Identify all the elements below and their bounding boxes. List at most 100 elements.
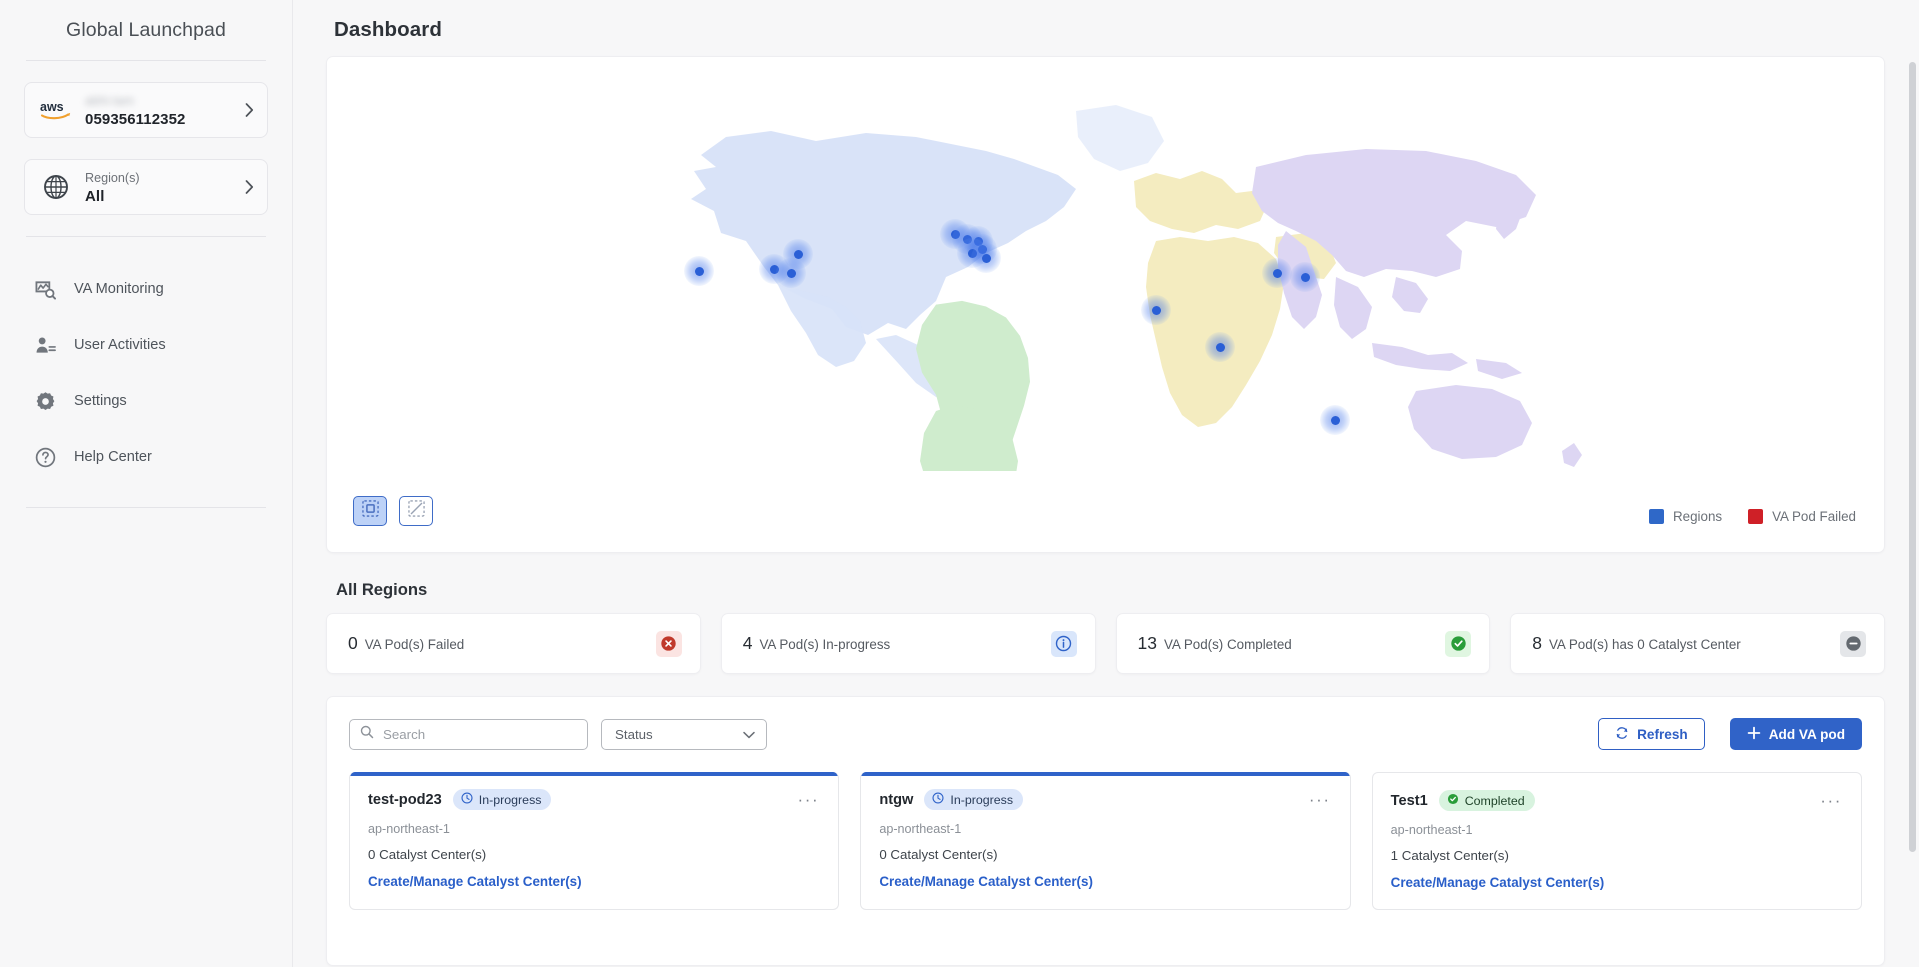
check-circle-icon (1447, 793, 1459, 808)
sidebar-item-settings[interactable]: Settings (24, 373, 268, 429)
selection-box-icon (361, 500, 379, 522)
map-marker[interactable] (1262, 258, 1292, 288)
stat-value: 13 (1137, 633, 1157, 653)
stat-card-no-catalyst[interactable]: 8 VA Pod(s) has 0 Catalyst Center (1510, 613, 1885, 674)
chevron-right-icon (245, 180, 254, 194)
search-box[interactable] (349, 718, 588, 750)
pod-card-accent-bar (350, 772, 839, 776)
aws-account-selector[interactable]: aws abhi-tam 059356112352 (24, 82, 268, 138)
region-stats: 0 VA Pod(s) Failed 4 VA Pod(s) In-progre… (326, 613, 1885, 674)
sidebar-item-help-center[interactable]: Help Center (24, 429, 268, 485)
map-tool-group (353, 496, 433, 526)
status-badge-label: Completed (1464, 793, 1525, 808)
error-circle-icon (655, 630, 682, 657)
pod-name: test-pod23 (368, 791, 442, 808)
globe-icon (39, 174, 73, 200)
marker-dot (786, 268, 796, 278)
stat-card-failed[interactable]: 0 VA Pod(s) Failed (326, 613, 701, 674)
main-content: Dashboard Regions VA Pod Failed All Regi… (293, 0, 1919, 967)
map-marker[interactable] (684, 256, 714, 286)
svg-text:aws: aws (40, 100, 64, 114)
search-icon (360, 725, 374, 744)
manage-catalyst-center-link[interactable]: Create/Manage Catalyst Center(s) (1391, 875, 1842, 890)
marker-dot (1151, 305, 1161, 315)
stat-card-completed[interactable]: 13 VA Pod(s) Completed (1115, 613, 1491, 674)
pod-region: ap-northeast-1 (1390, 823, 1473, 837)
stat-value: 8 (1532, 633, 1542, 653)
add-va-pod-button[interactable]: Add VA pod (1729, 718, 1862, 750)
marker-dot (1330, 415, 1340, 425)
marker-dot (1272, 268, 1282, 278)
map-marker[interactable] (1290, 262, 1320, 292)
manage-catalyst-center-link[interactable]: Create/Manage Catalyst Center(s) (368, 874, 819, 889)
sidebar-item-va-monitoring[interactable]: VA Monitoring (24, 261, 268, 317)
chevron-down-icon (743, 727, 755, 742)
ellipsis-icon[interactable]: ··· (798, 791, 820, 808)
stat-text: 4 VA Pod(s) In-progress (743, 633, 1041, 654)
sidebar-divider-top (26, 60, 266, 61)
status-badge: Completed (1438, 790, 1535, 811)
sidebar-item-user-activities[interactable]: User Activities (24, 317, 268, 373)
add-va-pod-button-label: Add VA pod (1768, 726, 1845, 742)
map-marker[interactable] (1205, 332, 1235, 362)
app-root: Global Launchpad aws abhi-tam 0593561123… (0, 0, 1919, 967)
main-scrollbar-thumb[interactable] (1909, 62, 1916, 852)
pod-card-header: Test1 Completed ··· (1391, 790, 1842, 811)
stat-value: 0 (348, 633, 358, 653)
sidebar: Global Launchpad aws abhi-tam 0593561123… (0, 0, 293, 967)
clock-icon (932, 792, 944, 807)
legend-swatch-va-pod-failed (1748, 509, 1764, 524)
pod-card[interactable]: test-pod23 In-progress ··· ap-northeast-… (349, 772, 840, 910)
world-map[interactable] (327, 57, 1884, 552)
stat-label: VA Pod(s) In-progress (759, 637, 891, 652)
ellipsis-icon[interactable]: ··· (1309, 791, 1331, 808)
selection-box-tool-button[interactable] (353, 496, 387, 526)
sidebar-divider-mid (26, 236, 266, 237)
clock-icon (461, 792, 473, 807)
status-badge-label: In-progress (950, 792, 1014, 807)
minus-circle-icon (1840, 630, 1866, 657)
chart-search-icon (34, 279, 56, 300)
sidebar-item-label: User Activities (74, 337, 166, 353)
pods-toolbar: Status Refresh (349, 718, 1862, 750)
ellipsis-icon[interactable]: ··· (1820, 792, 1842, 809)
status-badge: In-progress (452, 789, 552, 810)
stat-text: 13 VA Pod(s) Completed (1138, 633, 1436, 654)
aws-account-alias: abhi-tam (85, 94, 134, 109)
stat-text: 0 VA Pod(s) Failed (348, 633, 646, 654)
map-marker[interactable] (1141, 295, 1171, 325)
pod-card[interactable]: Test1 Completed ··· ap-northeast-1 1 Cat… (1371, 772, 1862, 910)
region-selector-value: All (85, 187, 105, 205)
pod-region: ap-northeast-1 (368, 822, 450, 836)
map-marker[interactable] (1320, 405, 1350, 435)
aws-account-id: 059356112352 (85, 110, 186, 128)
pod-card-list: test-pod23 In-progress ··· ap-northeast-… (349, 772, 1862, 910)
status-filter-label: Status (615, 726, 653, 742)
selection-off-tool-button[interactable] (399, 496, 433, 526)
aws-account-body: abhi-tam 059356112352 (85, 92, 233, 128)
question-circle-icon (34, 447, 56, 468)
stat-card-in-progress[interactable]: 4 VA Pod(s) In-progress (720, 613, 1096, 674)
legend-label-va-pod-failed: VA Pod Failed (1772, 509, 1856, 524)
map-marker[interactable] (776, 258, 806, 288)
marker-dot (1215, 342, 1225, 352)
sidebar-divider-bottom (26, 507, 266, 508)
legend-item-regions: Regions (1648, 509, 1723, 524)
region-selector[interactable]: Region(s) All (24, 159, 268, 215)
va-pods-panel: Status Refresh (326, 696, 1885, 966)
chevron-right-icon (245, 103, 254, 117)
pod-card[interactable]: ntgw In-progress ··· ap-northeast-1 0 Ca… (860, 772, 1351, 910)
search-input[interactable] (383, 726, 577, 742)
info-circle-icon (1050, 630, 1077, 657)
manage-catalyst-center-link[interactable]: Create/Manage Catalyst Center(s) (879, 874, 1330, 889)
refresh-button[interactable]: Refresh (1598, 718, 1705, 750)
status-filter-select[interactable]: Status (601, 718, 767, 750)
page-title: Dashboard (334, 18, 442, 41)
world-map-card: Regions VA Pod Failed (326, 56, 1885, 553)
status-badge-label: In-progress (478, 792, 542, 807)
region-selector-body: Region(s) All (85, 169, 233, 205)
map-marker[interactable] (971, 243, 1001, 273)
legend-label-regions: Regions (1672, 509, 1723, 524)
pod-card-accent-bar (861, 772, 1350, 776)
stat-value: 4 (742, 633, 753, 653)
